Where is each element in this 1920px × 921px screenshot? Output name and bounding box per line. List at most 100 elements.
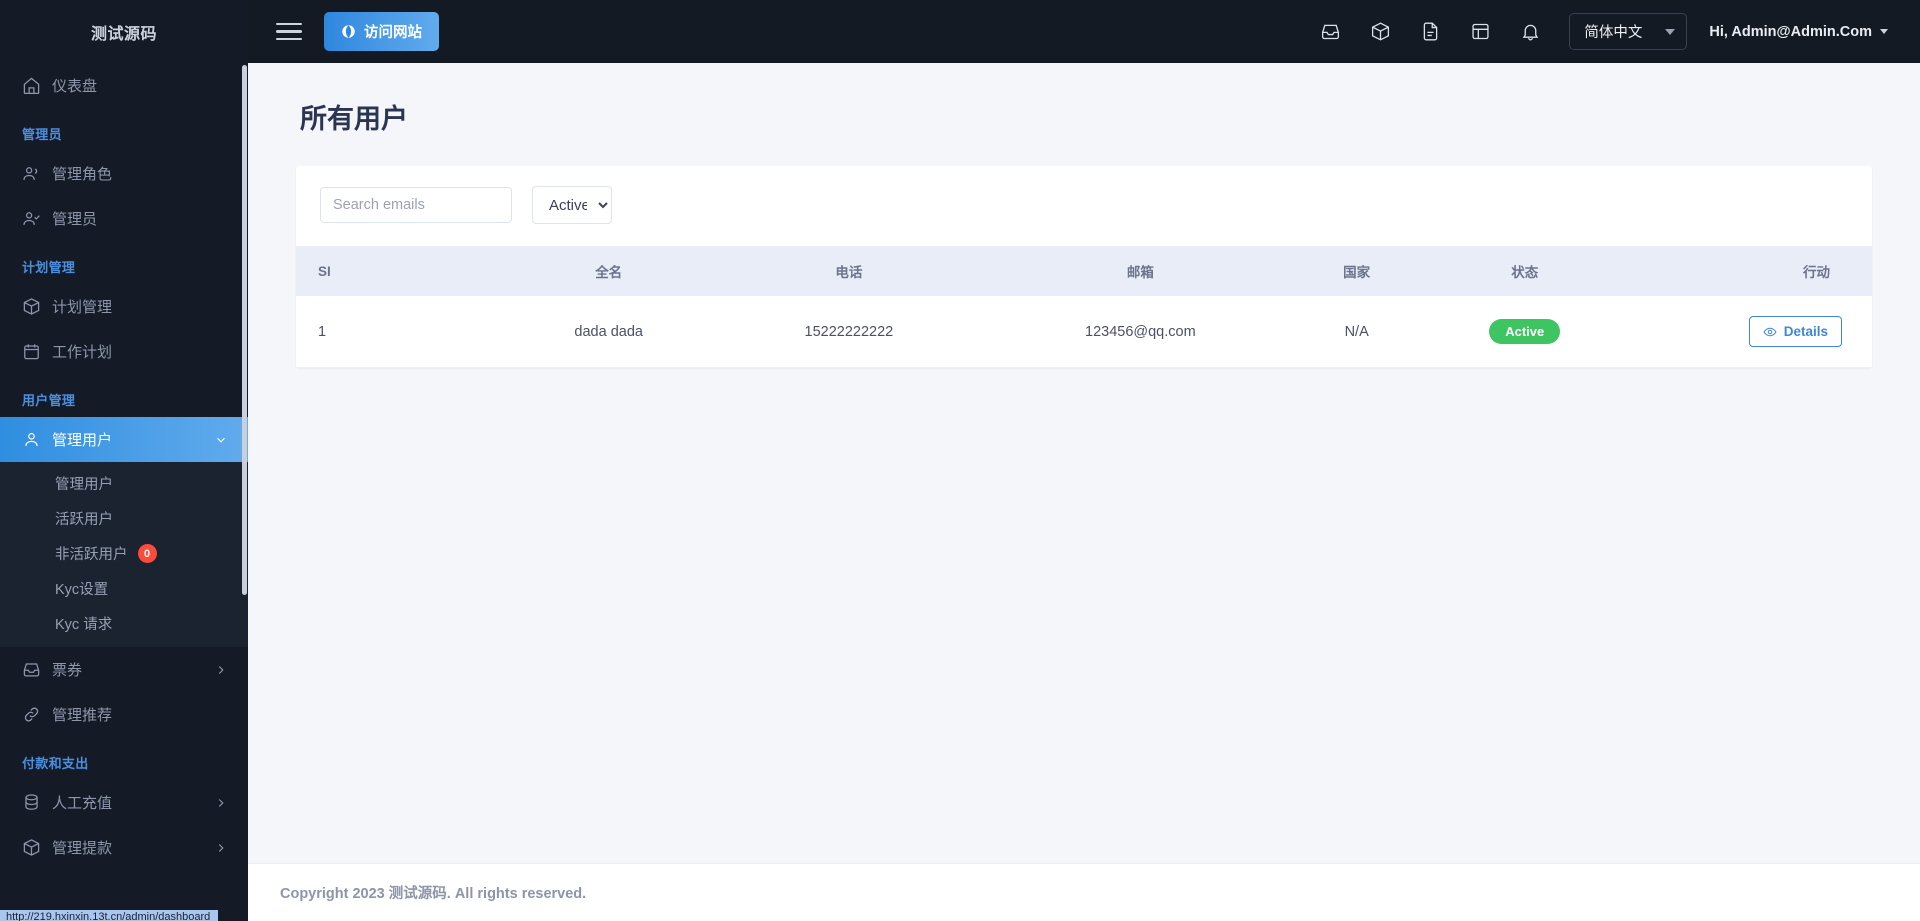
col-header-status: 状态	[1511, 265, 1539, 280]
sidebar-item-label: 管理角色	[52, 166, 113, 183]
sidebar-item-work-plans[interactable]: 工作计划	[0, 329, 248, 374]
table-row: 1 dada dada 15222222222 123456@qq.com N/…	[296, 296, 1872, 368]
sidebar-item-manage-referrals[interactable]: 管理推荐	[0, 692, 248, 737]
users-card: Active Inactive All SI 全名 电话 邮箱 国家 状态	[296, 166, 1872, 368]
col-header-email: 邮箱	[1126, 265, 1154, 280]
chevron-right-icon	[214, 841, 228, 855]
sidebar-subitem-label: 活跃用户	[55, 512, 113, 528]
filter-bar: Active Inactive All	[296, 166, 1872, 246]
brand-title: 测试源码	[0, 0, 248, 63]
sidebar-subitem-label: 管理用户	[55, 477, 113, 493]
sidebar-item-manage-plans[interactable]: 计划管理	[0, 284, 248, 329]
footer-copyright: Copyright 2023 测试源码. All rights reserved…	[280, 886, 587, 902]
chevron-down-icon	[1665, 28, 1676, 35]
sidebar-item-manage-withdrawals[interactable]: 管理提款	[0, 825, 248, 870]
package-icon[interactable]	[1370, 21, 1391, 42]
users-table: SI 全名 电话 邮箱 国家 状态 行动 1 dada dada 1522222…	[296, 246, 1872, 368]
sidebar: 测试源码 仪表盘 管理员 管理角色 管理员 计划管理 计划管理 工作计划 用户管…	[0, 0, 248, 921]
inbox-icon	[22, 660, 52, 679]
inactive-users-badge: 0	[137, 544, 157, 563]
user-menu[interactable]: Hi, Admin@Admin.Com	[1709, 24, 1888, 40]
home-icon	[22, 76, 52, 95]
status-filter-select[interactable]: Active Inactive All	[532, 186, 612, 224]
link-icon	[22, 705, 52, 724]
eye-icon	[1763, 327, 1777, 336]
sidebar-item-label: 管理推荐	[52, 707, 113, 724]
inbox-icon[interactable]	[1320, 21, 1341, 42]
chevron-right-icon	[214, 663, 228, 677]
sidebar-item-label: 工作计划	[52, 344, 113, 361]
col-header-action: 行动	[1803, 265, 1830, 280]
users-table-body: 1 dada dada 15222222222 123456@qq.com N/…	[296, 296, 1872, 368]
top-navbar: 访问网站 简体中文 Hi, Admin@Admin.Com	[248, 0, 1920, 63]
sidebar-subitem-label: Kyc设置	[55, 582, 109, 598]
col-header-fullname: 全名	[595, 265, 623, 280]
calendar-icon	[22, 342, 52, 361]
col-header-phone: 电话	[835, 265, 863, 280]
content-area: 访问网站 简体中文 Hi, Admin@Admin.Com 所有用户 Searc…	[248, 0, 1920, 921]
cell-fullname: dada dada	[500, 296, 717, 368]
sidebar-section-admin: 管理员	[22, 127, 62, 142]
hamburger-icon[interactable]	[276, 18, 302, 46]
sidebar-item-label: 管理员	[52, 211, 98, 228]
sidebar-subitem-label: 非活跃用户	[55, 547, 128, 563]
details-button-label: Details	[1783, 324, 1828, 339]
sidebar-item-label: 计划管理	[52, 299, 113, 316]
status-bar-url: http://219.hxinxin.13t.cn/admin/dashboar…	[0, 910, 219, 921]
language-selector[interactable]: 简体中文	[1569, 13, 1688, 50]
sidebar-scrollbar-thumb[interactable]	[242, 65, 247, 595]
sidebar-subitem-manage-users[interactable]: 管理用户	[0, 466, 248, 501]
sidebar-item-dashboard[interactable]: 仪表盘	[0, 63, 248, 108]
sidebar-item-label: 管理提款	[52, 840, 113, 857]
sidebar-item-manage-users[interactable]: 管理用户	[0, 417, 248, 462]
sidebar-subitem-label: Kyc 请求	[55, 617, 113, 633]
language-selector-value: 简体中文	[1584, 25, 1643, 41]
chevron-down-icon	[214, 433, 228, 447]
cell-action: Details	[1635, 296, 1872, 368]
cell-si: 1	[296, 296, 501, 368]
sidebar-item-admins[interactable]: 管理员	[0, 196, 248, 241]
sidebar-item-manual-deposit[interactable]: 人工充值	[0, 780, 248, 825]
status-badge: Active	[1489, 319, 1561, 344]
table-header-row: SI 全名 电话 邮箱 国家 状态 行动	[296, 246, 1872, 296]
cell-status: Active	[1413, 296, 1636, 368]
chevron-right-icon	[214, 796, 228, 810]
col-header-country: 国家	[1343, 265, 1371, 280]
table-icon[interactable]	[1470, 21, 1491, 42]
search-input[interactable]	[320, 187, 512, 223]
sidebar-item-label: 票券	[52, 662, 83, 679]
bell-icon[interactable]	[1520, 21, 1541, 42]
main-content: 所有用户 Active Inactive All SI 全名	[248, 63, 1920, 863]
navbar-icon-group	[1320, 21, 1541, 42]
box-icon	[22, 297, 52, 316]
users-icon	[22, 164, 52, 183]
page-title: 所有用户	[300, 104, 408, 134]
sidebar-subitem-kyc-requests[interactable]: Kyc 请求	[0, 606, 248, 641]
col-header-si: SI	[318, 263, 331, 279]
sidebar-subitem-inactive-users[interactable]: 非活跃用户 0	[0, 536, 248, 571]
file-text-icon[interactable]	[1420, 21, 1441, 42]
sidebar-item-manage-roles[interactable]: 管理角色	[0, 151, 248, 196]
user-check-icon	[22, 209, 52, 228]
sidebar-section-users: 用户管理	[22, 393, 76, 408]
user-icon	[22, 430, 52, 449]
sidebar-subitem-kyc-settings[interactable]: Kyc设置	[0, 571, 248, 606]
sidebar-section-payments: 付款和支出	[22, 756, 89, 771]
footer: Copyright 2023 测试源码. All rights reserved…	[248, 863, 1920, 921]
sidebar-subitem-active-users[interactable]: 活跃用户	[0, 501, 248, 536]
sidebar-item-tickets[interactable]: 票券	[0, 647, 248, 692]
cell-phone: 15222222222	[716, 296, 982, 368]
visit-site-button[interactable]: 访问网站	[324, 12, 439, 51]
sidebar-submenu-manage-users: 管理用户 活跃用户 非活跃用户 0 Kyc设置 Kyc 请求	[0, 462, 248, 647]
visit-site-label: 访问网站	[364, 25, 422, 41]
sidebar-item-label: 仪表盘	[52, 78, 98, 95]
sidebar-section-plans: 计划管理	[22, 260, 76, 275]
database-icon	[22, 793, 52, 812]
users-table-head: SI 全名 电话 邮箱 国家 状态 行动	[296, 246, 1872, 296]
globe-icon	[342, 25, 355, 38]
cell-email: 123456@qq.com	[981, 296, 1300, 368]
details-button[interactable]: Details	[1748, 316, 1842, 347]
chevron-down-icon	[1880, 29, 1888, 34]
app-root: 测试源码 仪表盘 管理员 管理角色 管理员 计划管理 计划管理 工作计划 用户管…	[0, 0, 1920, 921]
sidebar-nav: 仪表盘 管理员 管理角色 管理员 计划管理 计划管理 工作计划 用户管理 管理用…	[0, 63, 248, 921]
